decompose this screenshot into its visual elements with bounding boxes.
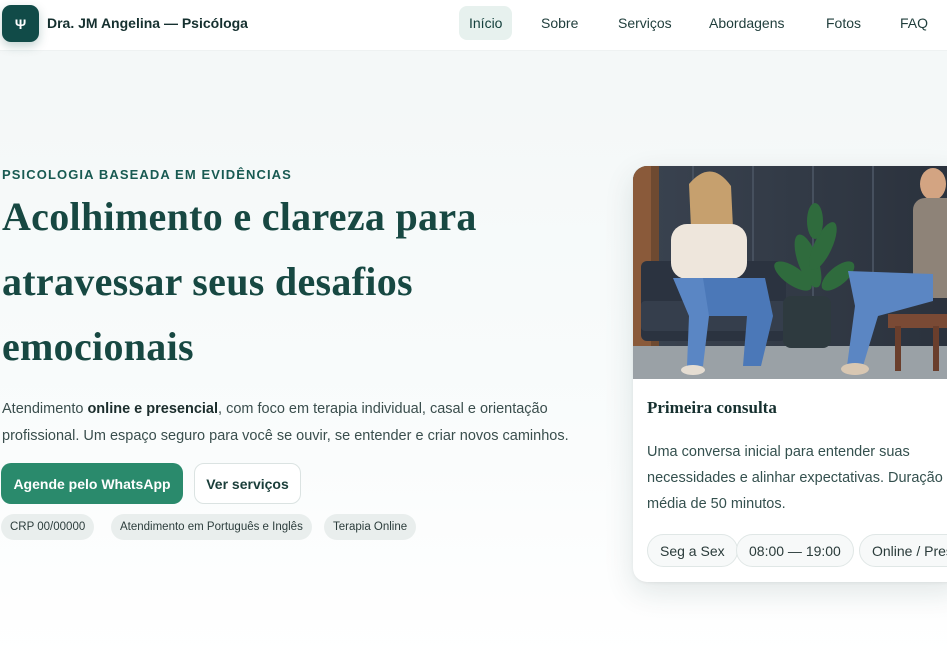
hero-eyebrow: PSICOLOGIA BASEADA EM EVIDÊNCIAS	[2, 167, 292, 182]
hero-desc-highlight: online e presencial	[87, 401, 219, 417]
whatsapp-cta-button[interactable]: Agende pelo WhatsApp	[1, 463, 183, 504]
nav-link-faq[interactable]: FAQ	[890, 6, 938, 40]
view-services-button[interactable]: Ver serviços	[194, 463, 301, 504]
nav-link-fotos[interactable]: Fotos	[816, 6, 871, 40]
nav-link-abordagens[interactable]: Abordagens	[699, 6, 795, 40]
card-title: Primeira consulta	[647, 398, 777, 417]
nav-link-inicio[interactable]: Início	[459, 6, 513, 40]
chip-online-therapy: Terapia Online	[324, 514, 417, 540]
hero-desc-lead: Atendimento	[2, 401, 88, 417]
pill-modality: Online / Presencial	[859, 534, 947, 567]
nav-link-servicos[interactable]: Serviços	[608, 6, 682, 40]
hero-title: Acolhimento e clareza para atravessar se…	[2, 194, 477, 369]
hero-description: Atendimento online e presencial, com foc…	[2, 396, 617, 450]
therapy-session-photo	[633, 166, 947, 379]
pill-days: Seg a Sex	[647, 534, 738, 567]
chip-crp: CRP 00/00000	[1, 514, 95, 540]
main-nav: Início Sobre Serviços Abordagens Fotos F…	[0, 6, 947, 42]
pill-hours: 08:00 — 19:00	[736, 534, 854, 567]
first-consultation-card: Primeira consulta Uma conversa inicial p…	[633, 166, 947, 582]
site-header: Ψ Dra. JM Angelina — Psicóloga Início So…	[0, 0, 947, 51]
chip-languages: Atendimento em Português e Inglês	[111, 514, 312, 540]
card-description: Uma conversa inicial para entender suas …	[647, 444, 943, 512]
nav-link-sobre[interactable]: Sobre	[531, 6, 588, 40]
